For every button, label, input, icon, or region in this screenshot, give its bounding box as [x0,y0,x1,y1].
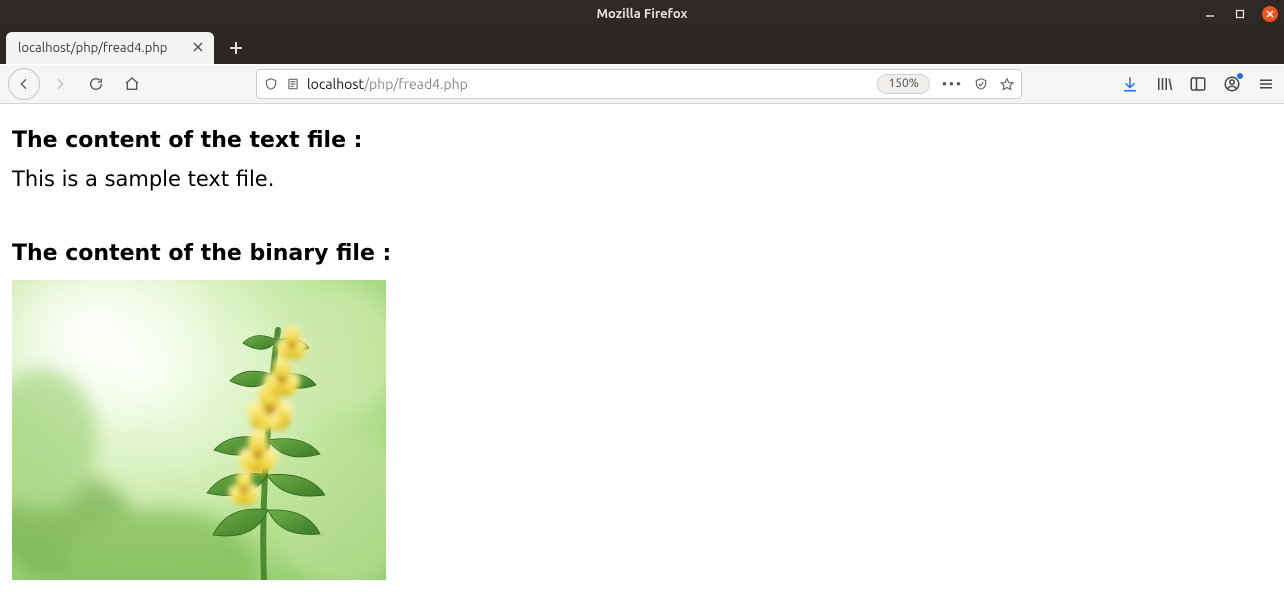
browser-tab[interactable]: localhost/php/fread4.php [6,32,214,64]
binary-file-image [12,280,386,580]
bookmark-star-icon[interactable] [999,76,1015,92]
text-file-output: This is a sample text file. [12,167,1272,191]
window-title: Mozilla Firefox [596,7,687,21]
back-button[interactable] [8,68,40,100]
zoom-level-badge[interactable]: 150% [877,74,929,94]
window-maximize-button[interactable] [1232,6,1248,22]
new-tab-button[interactable] [220,32,252,64]
page-content: The content of the text file : This is a… [0,104,1284,598]
url-text: localhost/php/fread4.php [307,76,871,92]
home-button[interactable] [116,68,148,100]
reader-mode-icon[interactable] [973,76,989,92]
binary-file-heading: The content of the binary file : [12,241,1272,266]
tab-title: localhost/php/fread4.php [18,41,182,55]
library-icon[interactable] [1154,74,1174,94]
downloads-icon[interactable] [1120,74,1140,94]
account-icon[interactable] [1222,74,1242,94]
shield-icon[interactable] [263,76,279,92]
address-bar[interactable]: localhost/php/fread4.php 150% ••• [256,69,1022,99]
page-actions-button[interactable]: ••• [942,76,963,92]
nav-toolbar: localhost/php/fread4.php 150% ••• [0,64,1284,104]
text-file-heading: The content of the text file : [12,128,1272,153]
page-info-icon[interactable] [285,76,301,92]
window-minimize-button[interactable] [1202,6,1218,22]
url-host: localhost [307,76,364,92]
url-path: /php/fread4.php [364,76,468,92]
window-titlebar: Mozilla Firefox [0,0,1284,28]
tab-close-button[interactable] [192,41,204,55]
reload-button[interactable] [80,68,112,100]
sidebar-icon[interactable] [1188,74,1208,94]
window-close-button[interactable] [1262,6,1278,22]
tab-strip: localhost/php/fread4.php [0,28,1284,64]
hamburger-menu-icon[interactable] [1256,74,1276,94]
forward-button[interactable] [44,68,76,100]
